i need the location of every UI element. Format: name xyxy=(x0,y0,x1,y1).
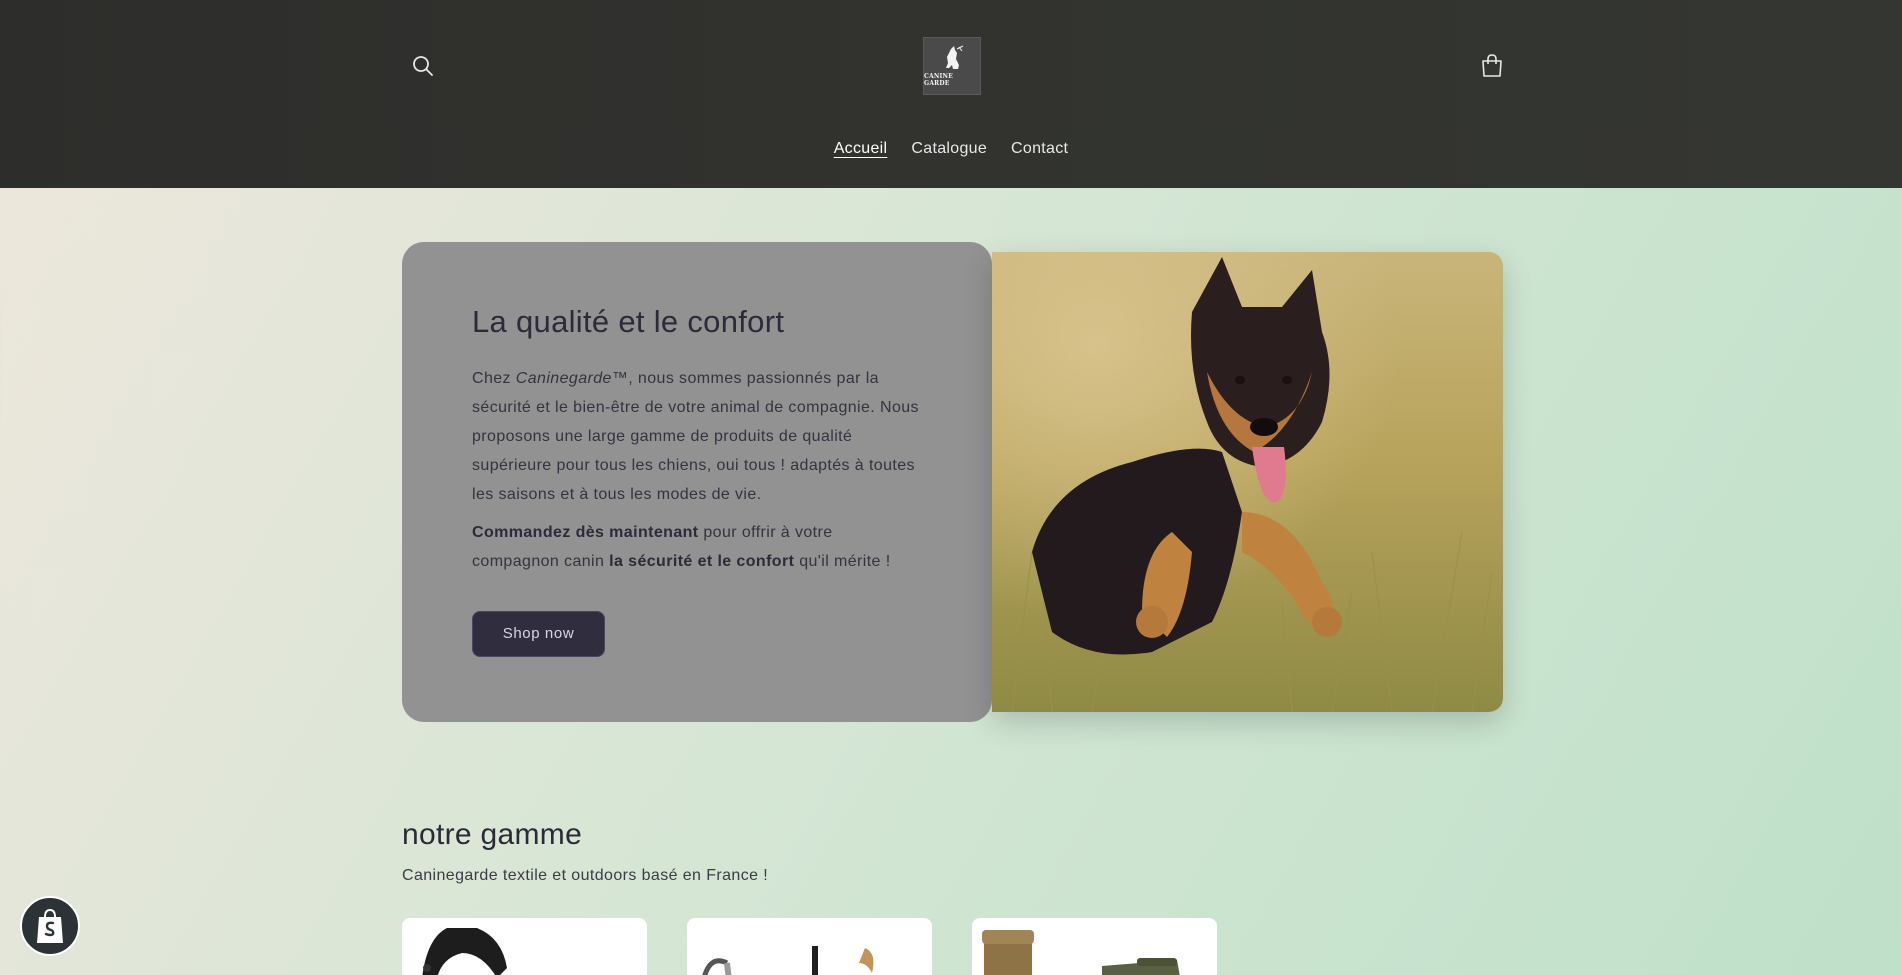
leash-product-image xyxy=(702,946,874,975)
nav-link-contact[interactable]: Contact xyxy=(1011,140,1068,158)
hero-paragraph-2: Commandez dès maintenant pour offrir à v… xyxy=(472,518,922,576)
hero-dog-image xyxy=(992,252,1503,712)
cart-icon[interactable] xyxy=(1480,53,1504,79)
shopify-badge[interactable] xyxy=(20,896,80,956)
hero-p1-text-b: ™, nous sommes passionnés par la sécurit… xyxy=(472,370,919,503)
search-icon[interactable] xyxy=(410,53,436,79)
hero-p2-text-2: qu'il mérite ! xyxy=(794,553,891,570)
hero-p2-bold-2: la sécurité et le confort xyxy=(609,553,795,570)
shopify-bag-icon xyxy=(37,908,63,943)
harness-product-image xyxy=(422,928,507,975)
hero-p2-bold-1: Commandez dès maintenant xyxy=(472,524,699,541)
shop-now-button[interactable]: Shop now xyxy=(472,611,605,657)
pouch-product-image xyxy=(982,930,1180,975)
section-title: notre gamme xyxy=(402,818,583,851)
product-card-leash[interactable] xyxy=(687,918,932,975)
dog-logo-icon xyxy=(946,45,964,69)
main-nav: Accueil Catalogue Contact xyxy=(0,140,1902,158)
product-card-harness[interactable] xyxy=(402,918,647,975)
site-logo[interactable]: CANINE GARDE xyxy=(923,37,981,95)
product-card-pouch[interactable] xyxy=(972,918,1217,975)
nav-link-accueil[interactable]: Accueil xyxy=(834,140,888,158)
hero-title: La qualité et le confort xyxy=(472,304,785,339)
nav-link-catalogue[interactable]: Catalogue xyxy=(911,140,987,158)
logo-text: CANINE GARDE xyxy=(924,73,953,87)
hero-brand-name: Caninegarde xyxy=(515,370,612,387)
site-header: CANINE GARDE Accueil Catalogue Contact xyxy=(0,0,1902,188)
hero-p1-text-a: Chez xyxy=(472,370,516,387)
hero-text-card: La qualité et le confort Chez Caninegard… xyxy=(402,242,992,722)
hero-paragraph-1: Chez Caninegarde™, nous sommes passionné… xyxy=(472,364,922,509)
section-subtitle: Caninegarde textile et outdoors basé en … xyxy=(402,867,769,884)
